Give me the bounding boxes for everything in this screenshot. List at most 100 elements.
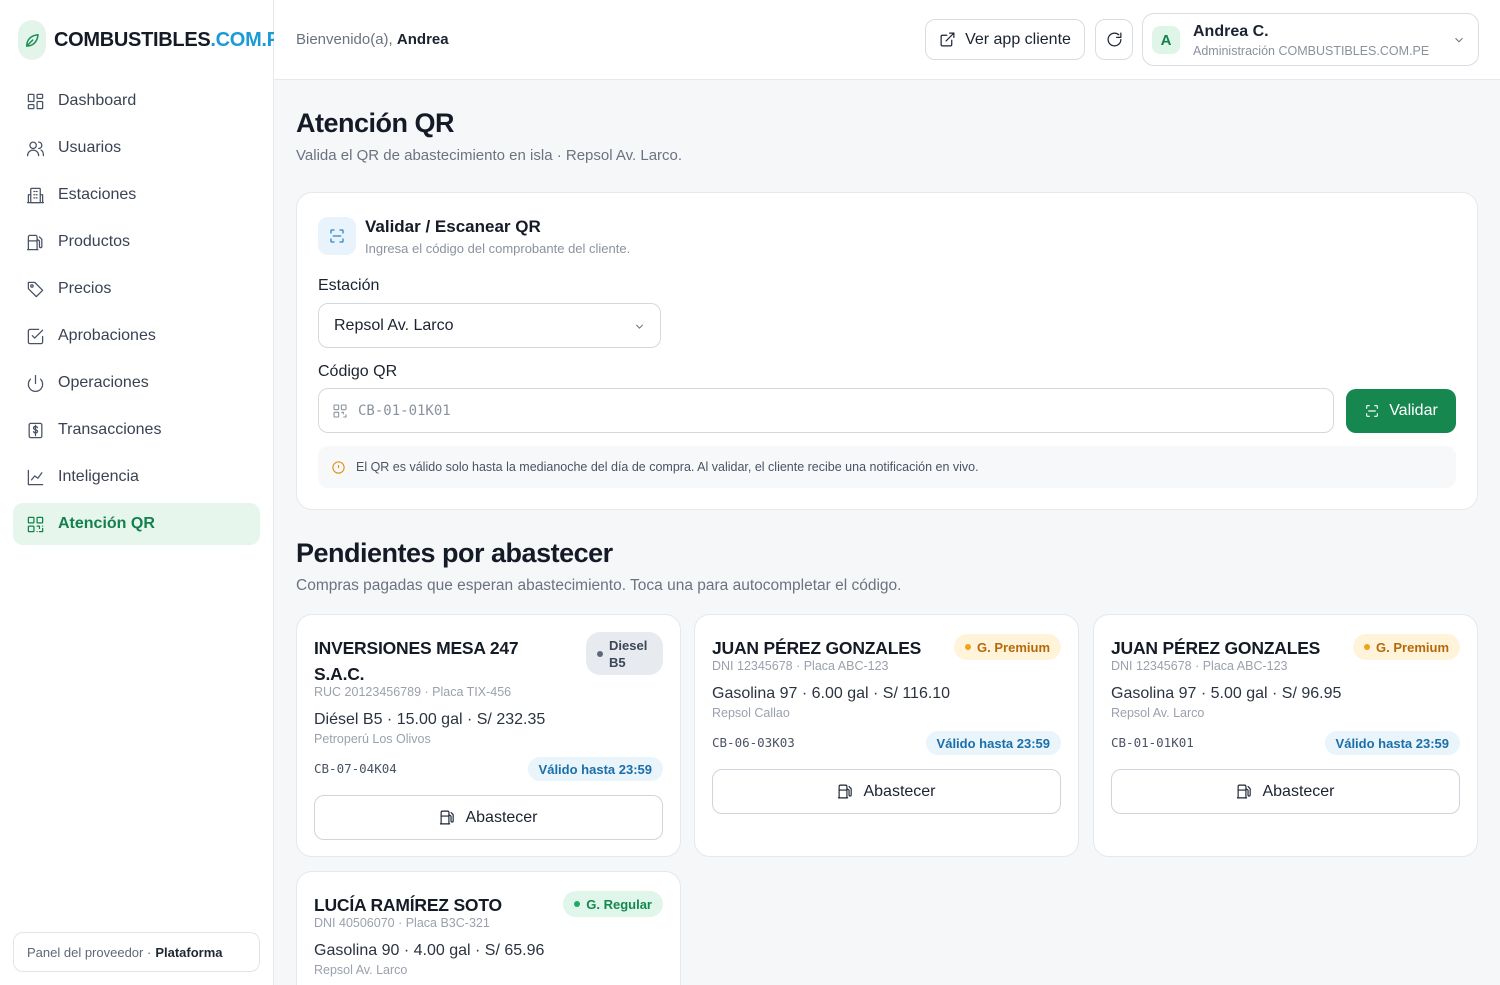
sidebar: COMBUSTIBLES.COM.PE Dashboard Usuarios E… xyxy=(0,0,293,985)
abastecer-button[interactable]: Abastecer xyxy=(314,795,663,840)
order-station: Repsol Av. Larco xyxy=(1111,706,1205,720)
customer-meta: RUC 20123456789 · Placa TIX-456 xyxy=(314,685,512,699)
chart-line-icon xyxy=(27,469,44,485)
welcome-name: Andrea xyxy=(396,31,449,48)
customer-name: LUCÍA RAMÍREZ SOTO xyxy=(314,895,502,915)
order-station: Repsol Av. Larco xyxy=(314,963,408,977)
dashboard-icon xyxy=(27,93,44,109)
user-name: Andrea C. xyxy=(1193,23,1269,40)
abastecer-button[interactable]: Abastecer xyxy=(1111,769,1460,814)
pending-order-card[interactable]: JUAN PÉREZ GONZALES G. Premium DNI 12345… xyxy=(694,614,1079,857)
sidebar-item-estaciones[interactable]: Estaciones xyxy=(13,174,260,216)
sidebar-item-label: Productos xyxy=(58,233,131,250)
order-code: CB-07-04K04 xyxy=(314,761,397,776)
checkbox-icon xyxy=(27,328,44,344)
pending-subtitle: Compras pagadas que esperan abastecimien… xyxy=(296,577,902,594)
abastecer-button[interactable]: Abastecer xyxy=(712,769,1061,814)
validate-qr-card: Validar / Escanear QR Ingresa el código … xyxy=(296,192,1478,510)
sidebar-item-aprobaciones[interactable]: Aprobaciones xyxy=(13,315,260,357)
fuel-badge: G. Premium xyxy=(1353,634,1460,660)
avatar: A xyxy=(1152,26,1180,54)
receipt-icon xyxy=(28,422,43,438)
tag-icon xyxy=(27,281,44,297)
sidebar-item-usuarios[interactable]: Usuarios xyxy=(13,127,260,169)
pending-order-card[interactable]: LUCÍA RAMÍREZ SOTO G. Regular DNI 405060… xyxy=(296,871,681,985)
customer-name: JUAN PÉREZ GONZALES xyxy=(712,638,922,658)
refresh-icon xyxy=(1107,32,1121,47)
order-code: CB-06-03K03 xyxy=(712,735,795,750)
sidebar-item-dashboard[interactable]: Dashboard xyxy=(13,80,260,122)
order-station: Repsol Callao xyxy=(712,706,790,720)
sidebar-item-label: Operaciones xyxy=(58,374,149,391)
fuel-badge: Diesel B5 xyxy=(586,632,663,675)
sidebar-item-label: Inteligencia xyxy=(58,468,139,485)
scan-icon xyxy=(318,217,356,255)
info-icon xyxy=(332,460,345,474)
order-station: Petroperú Los Olivos xyxy=(314,732,431,746)
pending-title: Pendientes por abastecer xyxy=(296,538,613,568)
customer-name: JUAN PÉREZ GONZALES xyxy=(1111,638,1321,658)
leaf-icon xyxy=(18,20,46,60)
scan-icon xyxy=(1366,405,1379,417)
sidebar-item-label: Aprobaciones xyxy=(58,327,156,344)
qr-validity-notice: El QR es válido solo hasta la medianoche… xyxy=(318,446,1456,488)
sidebar-item-label: Precios xyxy=(58,280,112,297)
customer-meta: DNI 40506070 · Placa B3C-321 xyxy=(314,916,490,930)
fuel-badge: G. Premium xyxy=(954,634,1061,660)
sidebar-item-inteligencia[interactable]: Inteligencia xyxy=(13,456,260,498)
order-description: Diésel B5 · 15.00 gal · S/ 232.35 xyxy=(314,711,546,728)
validity-badge: Válido hasta 23:59 xyxy=(1324,731,1460,755)
power-icon xyxy=(27,374,44,392)
topbar: Bienvenido(a), Andrea Ver app cliente A … xyxy=(274,0,1500,80)
users-icon xyxy=(26,141,45,156)
pending-order-card[interactable]: JUAN PÉREZ GONZALES G. Premium DNI 12345… xyxy=(1093,614,1478,857)
qr-code-icon xyxy=(333,404,347,418)
fuel-pump-icon xyxy=(440,810,455,825)
qr-code-icon xyxy=(27,516,44,532)
welcome-message: Bienvenido(a), Andrea xyxy=(296,31,449,48)
sidebar-nav: Dashboard Usuarios Estaciones Productos … xyxy=(13,80,260,550)
external-link-icon xyxy=(940,32,955,47)
customer-meta: DNI 12345678 · Placa ABC-123 xyxy=(712,659,889,673)
order-description: Gasolina 97 · 6.00 gal · S/ 116.10 xyxy=(712,685,951,702)
page-subtitle: Valida el QR de abastecimiento en isla ·… xyxy=(296,147,683,164)
brand-name: COMBUSTIBLES.COM.PE xyxy=(54,28,293,51)
qr-code-field xyxy=(318,388,1334,433)
refresh-button[interactable] xyxy=(1095,19,1133,60)
sidebar-item-label: Estaciones xyxy=(58,186,137,203)
order-description: Gasolina 97 · 5.00 gal · S/ 96.95 xyxy=(1111,685,1342,702)
validate-button[interactable]: Validar xyxy=(1346,389,1456,433)
user-role: Administración COMBUSTIBLES.COM.PE xyxy=(1193,44,1430,58)
sidebar-item-operaciones[interactable]: Operaciones xyxy=(13,362,260,404)
station-select[interactable]: Repsol Av. Larco xyxy=(318,303,661,348)
validate-card-subtitle: Ingresa el código del comprobante del cl… xyxy=(365,241,631,256)
pending-order-card[interactable]: INVERSIONES MESA 247 S.A.C. Diesel B5 RU… xyxy=(296,614,681,857)
user-menu[interactable]: A Andrea C. Administración COMBUSTIBLES.… xyxy=(1142,13,1479,66)
view-client-app-button[interactable]: Ver app cliente xyxy=(925,19,1085,60)
sidebar-item-transacciones[interactable]: Transacciones xyxy=(13,409,260,451)
qr-code-label: Código QR xyxy=(318,363,398,380)
order-code: CB-01-01K01 xyxy=(1111,735,1194,750)
sidebar-item-label: Transacciones xyxy=(58,421,162,438)
order-description: Gasolina 90 · 4.00 gal · S/ 65.96 xyxy=(314,942,545,959)
building-icon xyxy=(26,187,45,203)
customer-meta: DNI 12345678 · Placa ABC-123 xyxy=(1111,659,1288,673)
validity-badge: Válido hasta 23:59 xyxy=(925,731,1061,755)
brand-logo[interactable]: COMBUSTIBLES.COM.PE xyxy=(18,20,293,60)
sidebar-item-label: Atención QR xyxy=(58,515,155,532)
panel-footer: Panel del proveedor · Plataforma xyxy=(13,932,260,972)
fuel-badge: G. Regular xyxy=(563,891,663,917)
qr-code-input[interactable] xyxy=(358,389,1318,432)
sidebar-item-precios[interactable]: Precios xyxy=(13,268,260,310)
fuel-pump-icon xyxy=(26,234,43,250)
chevron-down-icon xyxy=(1455,37,1463,43)
sidebar-item-label: Usuarios xyxy=(58,139,122,156)
fuel-pump-icon xyxy=(838,784,853,799)
sidebar-item-atencion-qr[interactable]: Atención QR xyxy=(13,503,260,545)
sidebar-item-label: Dashboard xyxy=(58,92,137,109)
fuel-pump-icon xyxy=(1237,784,1252,799)
panel-footer-text: Panel del proveedor · xyxy=(27,944,152,960)
sidebar-item-productos[interactable]: Productos xyxy=(13,221,260,263)
panel-footer-platform: Plataforma xyxy=(155,944,223,960)
station-label: Estación xyxy=(318,277,380,294)
